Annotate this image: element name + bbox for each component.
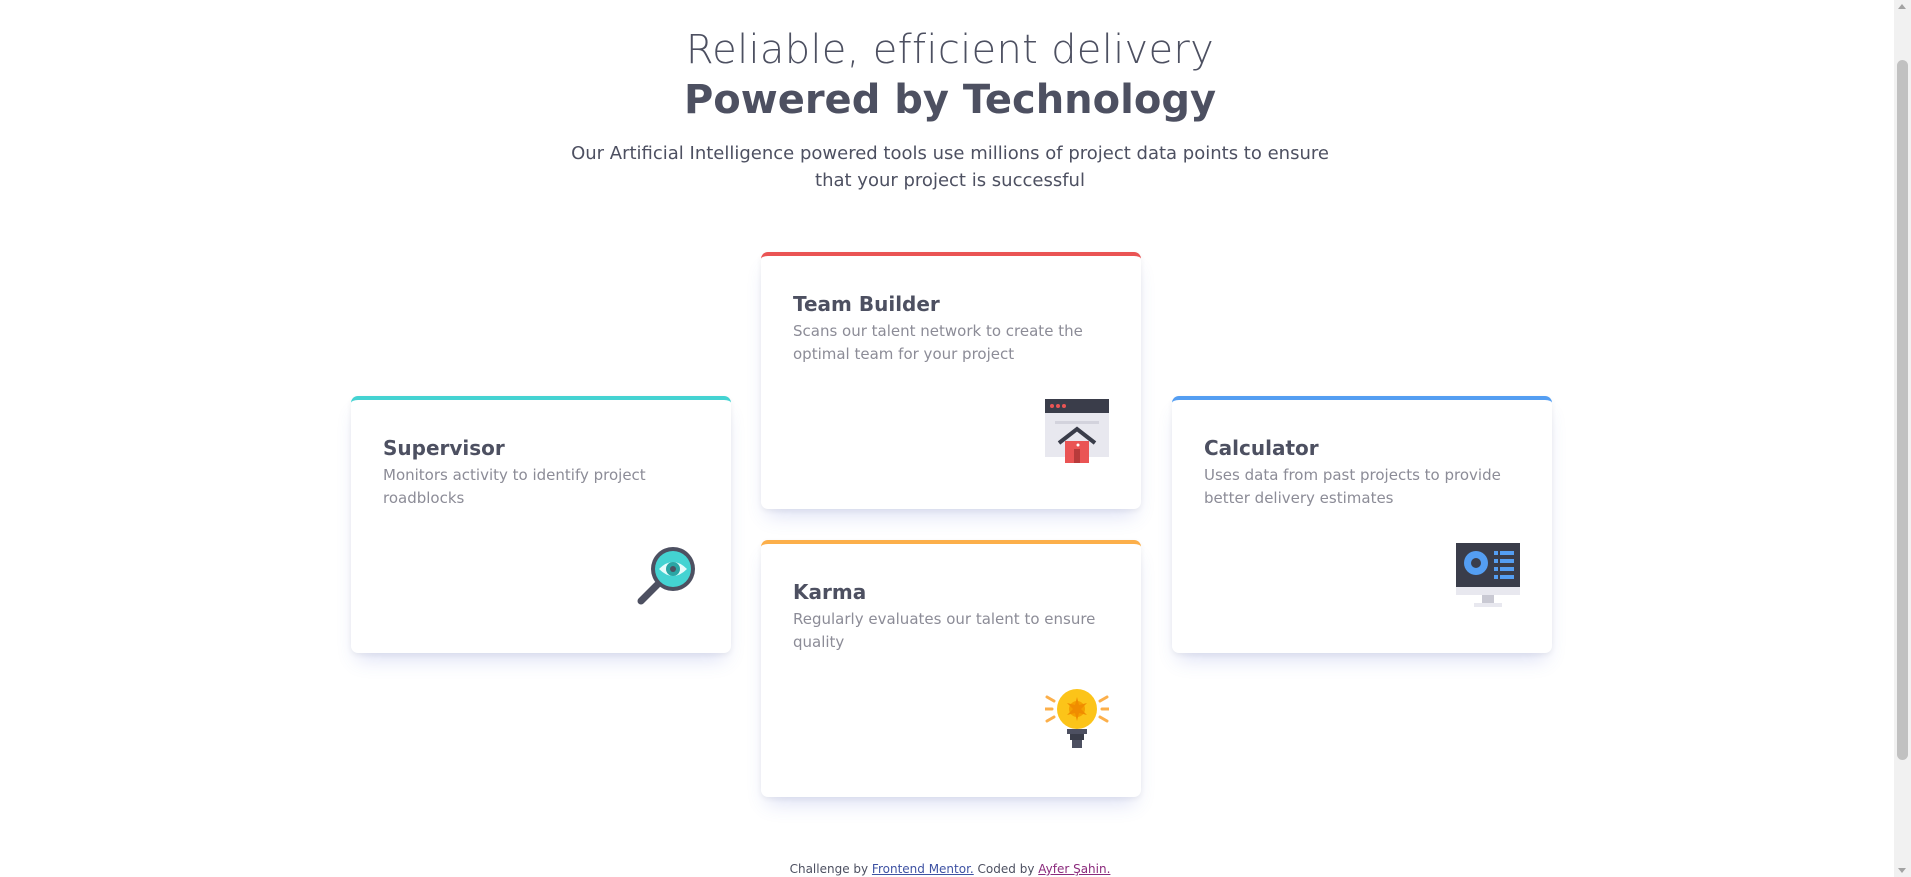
- page-header: Reliable, efficient delivery Powered by …: [0, 24, 1900, 194]
- card-text: Uses data from past projects to provide …: [1204, 466, 1501, 507]
- scroll-down-icon[interactable]: [1898, 868, 1906, 873]
- card-title: Karma: [793, 580, 867, 604]
- footer-middle: Coded by: [973, 862, 1039, 876]
- page: Reliable, efficient delivery Powered by …: [0, 0, 1911, 877]
- footer-prefix: Challenge by: [789, 862, 872, 876]
- heading: Reliable, efficient delivery Powered by …: [0, 24, 1900, 124]
- attribution-footer: Challenge by Frontend Mentor. Coded by A…: [0, 862, 1900, 876]
- frontend-mentor-link[interactable]: Frontend Mentor.: [872, 862, 974, 876]
- card-text: Monitors activity to identify project ro…: [383, 466, 646, 507]
- scroll-up-icon[interactable]: [1898, 4, 1906, 9]
- card-title: Calculator: [1204, 436, 1319, 460]
- intro-description: Our Artificial Intelligence powered tool…: [571, 143, 1329, 191]
- card-title: Supervisor: [383, 436, 505, 460]
- browser-house-icon: [1045, 399, 1109, 463]
- heading-bold: Powered by Technology: [683, 77, 1217, 123]
- card-team-builder: Team Builder Scans our talent network to…: [761, 252, 1141, 509]
- card-supervisor: Supervisor Monitors activity to identify…: [351, 396, 731, 653]
- vertical-scrollbar[interactable]: [1894, 0, 1911, 877]
- card-text: Scans our talent network to create the o…: [793, 322, 1083, 363]
- scrollbar-thumb[interactable]: [1897, 60, 1908, 760]
- magnifier-eye-icon: [637, 547, 695, 605]
- card-karma: Karma Regularly evaluates our talent to …: [761, 540, 1141, 797]
- card-calculator: Calculator Uses data from past projects …: [1172, 396, 1552, 653]
- monitor-chart-icon: [1456, 543, 1520, 607]
- card-title: Team Builder: [793, 292, 940, 316]
- card-text: Regularly evaluates our talent to ensure…: [793, 610, 1096, 651]
- heading-light: Reliable, efficient delivery: [685, 27, 1215, 73]
- author-link[interactable]: Ayfer Şahin.: [1038, 862, 1110, 876]
- lightbulb-icon: [1045, 689, 1109, 748]
